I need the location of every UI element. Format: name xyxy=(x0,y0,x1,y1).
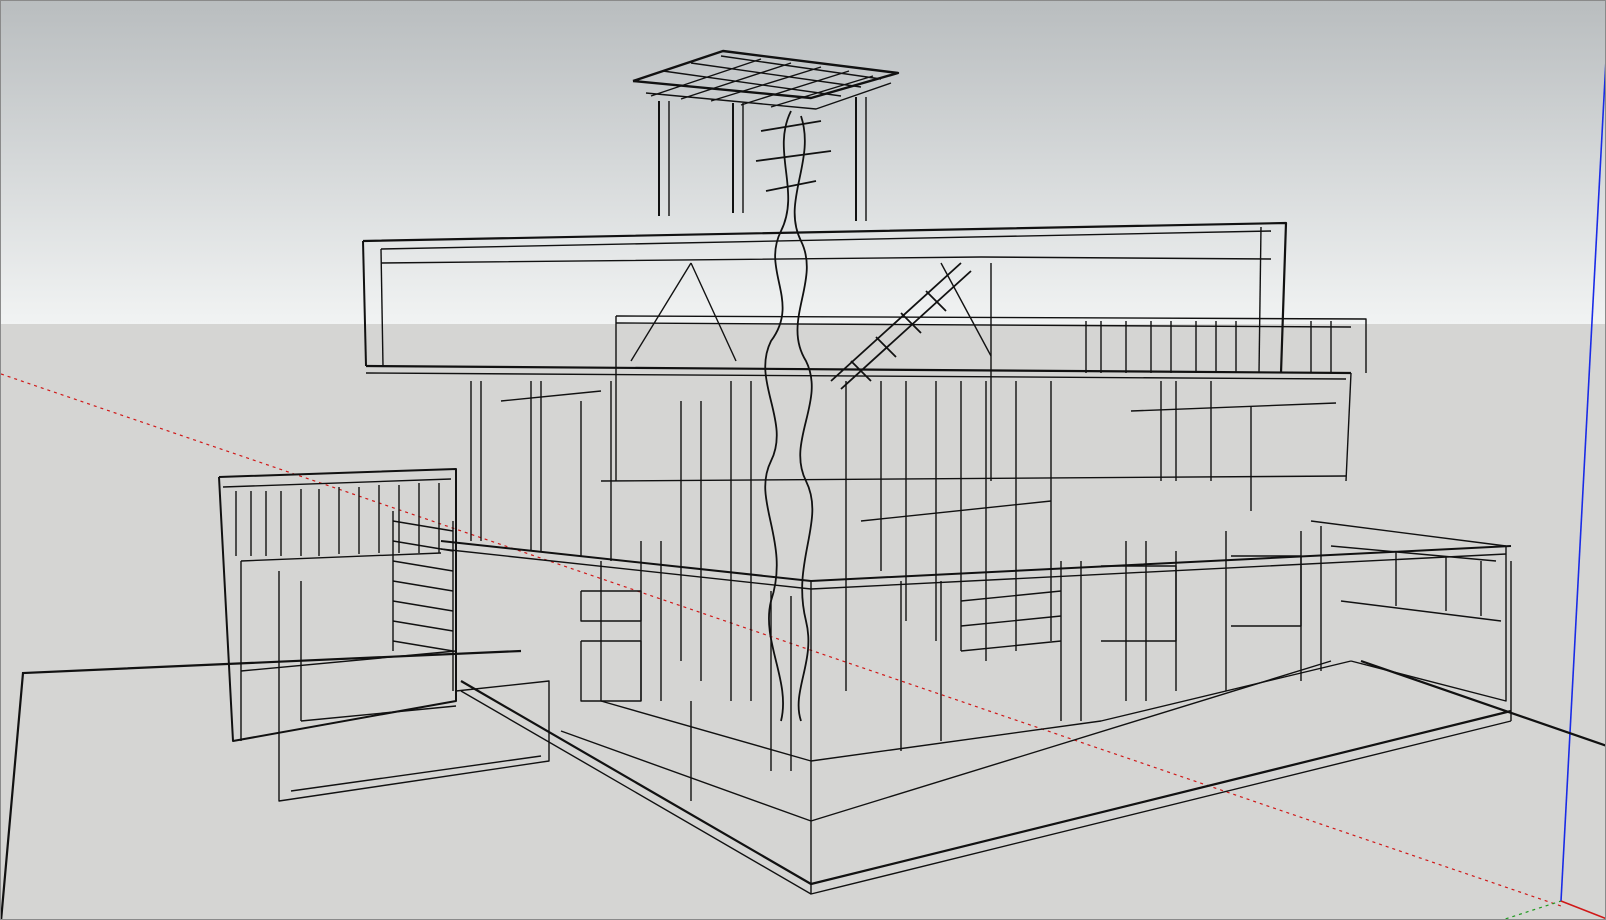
ground-plane[interactable] xyxy=(1,324,1606,920)
modeling-viewport[interactable] xyxy=(0,0,1606,920)
scene-canvas[interactable] xyxy=(1,1,1606,920)
